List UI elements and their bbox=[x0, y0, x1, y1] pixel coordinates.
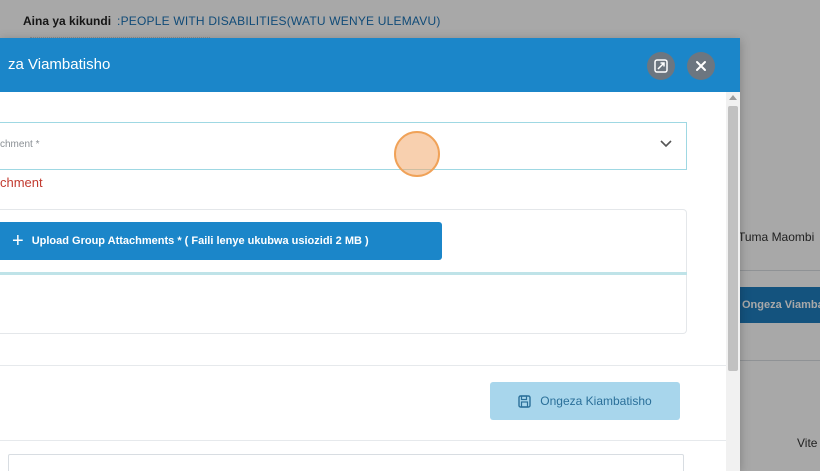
plus-icon: + bbox=[12, 230, 24, 252]
modal-scrollbar[interactable] bbox=[726, 92, 740, 471]
upload-progress-bar bbox=[0, 272, 687, 275]
expand-icon bbox=[654, 59, 668, 73]
body-divider bbox=[0, 365, 726, 366]
modal-header: za Viambatisho bbox=[0, 38, 740, 92]
close-icon bbox=[696, 61, 706, 71]
expand-button[interactable] bbox=[647, 52, 675, 80]
cursor-indicator bbox=[394, 131, 440, 177]
ongeza-kiambatisho-button[interactable]: Ongeza Kiambatisho bbox=[490, 382, 680, 420]
bottom-divider bbox=[0, 440, 726, 441]
modal-title: za Viambatisho bbox=[8, 56, 111, 73]
save-button-label: Ongeza Kiambatisho bbox=[540, 394, 652, 408]
attachment-error-text: chment bbox=[0, 175, 43, 190]
attachments-modal: za Viambatisho chment * chment + Upload … bbox=[0, 38, 740, 471]
upload-group-attachments-button[interactable]: + Upload Group Attachments * ( Faili len… bbox=[0, 222, 442, 260]
save-icon bbox=[518, 394, 531, 408]
scroll-up-arrow-icon[interactable] bbox=[729, 95, 737, 100]
upload-button-label: Upload Group Attachments * ( Faili lenye… bbox=[31, 235, 369, 247]
attachment-select-label: chment * bbox=[0, 139, 40, 150]
modal-body: chment * chment + Upload Group Attachmen… bbox=[0, 92, 740, 471]
scrollbar-thumb[interactable] bbox=[728, 106, 738, 371]
close-button[interactable] bbox=[687, 52, 715, 80]
attachments-table bbox=[8, 454, 684, 471]
chevron-down-icon[interactable] bbox=[659, 139, 673, 149]
upload-card: + Upload Group Attachments * ( Faili len… bbox=[0, 209, 687, 334]
attachment-select[interactable]: chment * bbox=[0, 122, 687, 170]
